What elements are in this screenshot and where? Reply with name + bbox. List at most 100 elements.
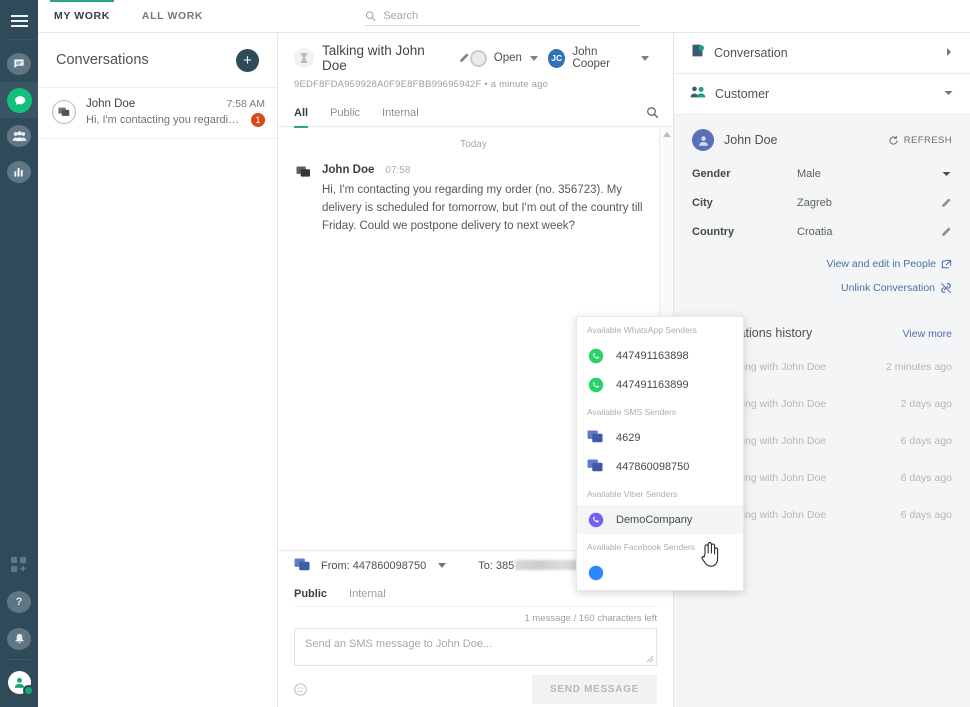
scroll-up-arrow[interactable] xyxy=(660,127,673,141)
refresh-button[interactable]: REFRESH xyxy=(888,135,952,146)
city-pencil-icon[interactable] xyxy=(934,197,952,209)
message-input[interactable] xyxy=(294,628,657,666)
sender-option-facebook-1[interactable] xyxy=(577,558,743,587)
assigned-agent[interactable]: JC John Cooper xyxy=(548,46,633,70)
hamburger-icon[interactable] xyxy=(0,8,38,34)
external-link-icon xyxy=(941,259,952,270)
sidebar-item-feedback[interactable] xyxy=(0,46,38,82)
composer-tab-public[interactable]: Public xyxy=(294,581,327,607)
sidebar-item-apps[interactable] xyxy=(0,546,38,583)
emoji-smiley-icon[interactable] xyxy=(294,683,307,696)
composer-tab-internal-label: Internal xyxy=(349,588,386,600)
agent-chevron-down-icon[interactable] xyxy=(641,56,649,61)
country-pencil-icon[interactable] xyxy=(934,226,952,238)
sidebar-item-people[interactable] xyxy=(0,118,38,154)
global-search[interactable] xyxy=(365,6,640,26)
history-name: Talking with John Doe xyxy=(724,509,901,521)
tab-all-label: All xyxy=(294,107,308,119)
sidebar-item-account[interactable] xyxy=(0,664,38,701)
section-customer-header[interactable]: Customer xyxy=(674,74,970,115)
tab-my-work[interactable]: MY WORK xyxy=(38,0,126,32)
conversation-note-icon xyxy=(690,43,705,63)
conversation-panel: Talking with John Doe Open JC xyxy=(278,33,674,707)
conversation-header-actions: Open JC John Cooper xyxy=(470,46,659,70)
tab-my-work-label: MY WORK xyxy=(54,10,110,22)
sms-chat-icon xyxy=(587,429,604,446)
sender-group-label-viber: Available Viber Senders xyxy=(577,481,743,505)
sender-dropdown[interactable]: Available WhatsApp Senders 447491163898 … xyxy=(576,316,744,591)
section-customer-title: Customer xyxy=(715,87,769,101)
field-value: Croatia xyxy=(797,226,934,238)
from-chevron-down-icon[interactable] xyxy=(438,563,446,568)
unread-badge: 1 xyxy=(251,113,265,127)
top-bar: MY WORK ALL WORK xyxy=(38,0,970,33)
message-sender-name: John Doe xyxy=(322,164,374,176)
history-name: Talking with John Doe xyxy=(724,361,886,373)
sender-option-whatsapp-2[interactable]: 447491163899 xyxy=(577,370,743,399)
help-question-icon: ? xyxy=(7,591,31,613)
send-message-button[interactable]: SEND MESSAGE xyxy=(532,675,657,704)
customer-header-row: John Doe REFRESH xyxy=(692,129,952,151)
page-title: Talking with John Doe xyxy=(322,43,449,73)
refresh-icon xyxy=(888,135,899,146)
account-status-badge xyxy=(23,685,34,696)
list-item[interactable]: John Doe 7:58 AM Hi, I'm contacting you … xyxy=(38,88,277,139)
view-in-people-link[interactable]: View and edit in People xyxy=(826,258,952,270)
add-conversation-button[interactable]: + xyxy=(236,49,259,72)
tab-public[interactable]: Public xyxy=(330,99,360,127)
customer-field-gender: Gender Male xyxy=(692,168,952,180)
status-badge[interactable]: Open xyxy=(470,50,522,67)
status-chevron-down-icon[interactable] xyxy=(530,56,538,61)
search-input[interactable] xyxy=(383,10,640,22)
customer-field-country: Country Croatia xyxy=(692,226,952,238)
customer-field-city: City Zagreb xyxy=(692,197,952,209)
composer-from-label: From: 447860098750 xyxy=(321,560,426,572)
sender-option-sms-1[interactable]: 4629 xyxy=(577,423,743,452)
tab-all-work[interactable]: ALL WORK xyxy=(126,0,219,32)
tab-all[interactable]: All xyxy=(294,99,308,127)
message-time: 07:58 xyxy=(385,165,410,176)
history-time: 6 days ago xyxy=(901,509,952,521)
refresh-label: REFRESH xyxy=(904,135,952,146)
chevron-right-icon[interactable] xyxy=(944,44,954,62)
sidebar-item-conversations[interactable] xyxy=(0,82,38,118)
sender-option-label: DemoCompany xyxy=(616,514,692,526)
view-more-link[interactable]: View more xyxy=(903,328,952,340)
rail-divider-bottom xyxy=(7,659,31,660)
list-item-name: John Doe xyxy=(86,98,135,110)
pencil-icon[interactable] xyxy=(458,52,470,64)
sender-option-viber-1[interactable]: DemoCompany xyxy=(577,505,743,534)
user-account-icon xyxy=(8,671,31,694)
sidebar-item-help[interactable]: ? xyxy=(0,583,38,620)
composer-tab-internal[interactable]: Internal xyxy=(349,581,386,607)
unlink-conversation-link[interactable]: Unlink Conversation xyxy=(841,282,952,294)
sender-option-whatsapp-1[interactable]: 447491163898 xyxy=(577,341,743,370)
field-value: Male xyxy=(797,168,934,180)
conversation-list-header: Conversations + xyxy=(38,33,277,88)
viber-icon xyxy=(587,511,604,528)
field-key: Country xyxy=(692,226,797,238)
sms-chat-icon xyxy=(52,100,76,124)
composer-to-wrap: To: 385 xyxy=(478,560,579,572)
sms-chat-icon xyxy=(296,166,312,235)
tab-internal[interactable]: Internal xyxy=(382,99,419,127)
sms-chat-icon[interactable] xyxy=(294,557,313,574)
customer-name: John Doe xyxy=(724,133,778,147)
composer-footer: SEND MESSAGE xyxy=(294,671,657,707)
feedback-chat-icon xyxy=(7,53,31,75)
thread-search-icon[interactable] xyxy=(646,106,659,119)
history-time: 2 minutes ago xyxy=(886,361,952,373)
sidebar-item-notifications[interactable] xyxy=(0,620,38,657)
chevron-down-icon[interactable] xyxy=(943,85,954,103)
sidebar-item-analytics[interactable] xyxy=(0,154,38,190)
sender-group-label-facebook: Available Facebook Senders xyxy=(577,534,743,558)
customer-links: View and edit in People Unlink Conversat… xyxy=(692,254,952,302)
field-value: Zagreb xyxy=(797,197,934,209)
sender-option-sms-2[interactable]: 447860098750 xyxy=(577,452,743,481)
list-item-body: John Doe 7:58 AM Hi, I'm contacting you … xyxy=(86,98,265,127)
section-conversation-header[interactable]: Conversation xyxy=(674,33,970,74)
history-name: Talking with John Doe xyxy=(724,472,901,484)
tab-all-work-label: ALL WORK xyxy=(142,10,203,22)
gender-chevron-down-icon[interactable] xyxy=(934,169,952,179)
status-circle-icon xyxy=(470,50,487,67)
